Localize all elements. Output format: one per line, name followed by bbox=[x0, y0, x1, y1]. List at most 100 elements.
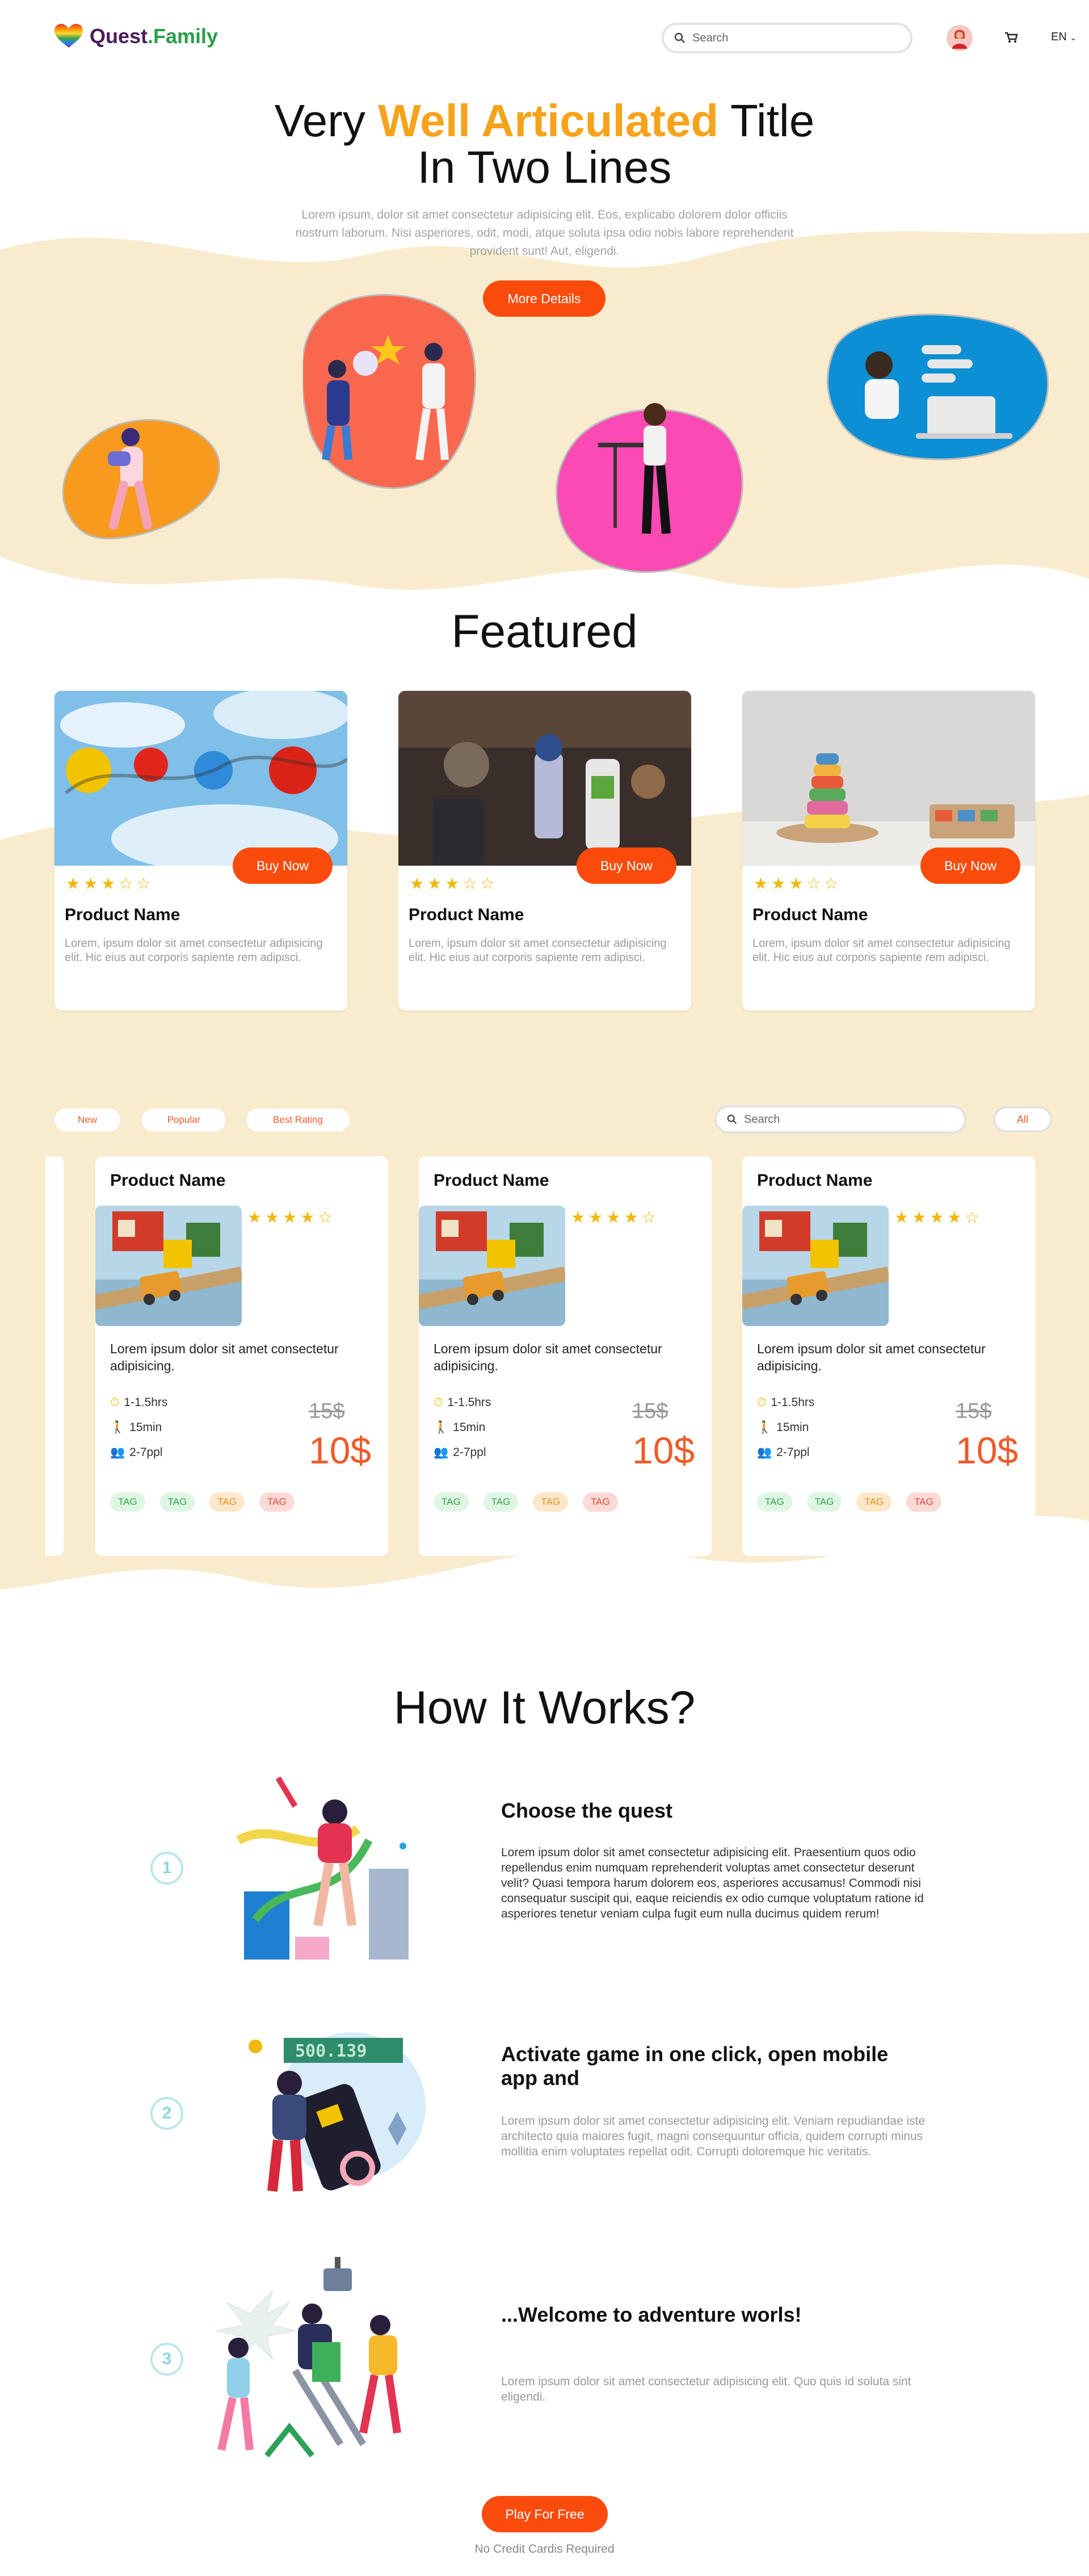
star-rating: ★ ★ ★ ☆ ☆ bbox=[410, 875, 495, 892]
price: 10$ bbox=[956, 1429, 1019, 1471]
buy-now-button[interactable]: Buy Now bbox=[577, 848, 676, 884]
featured-title: Featured bbox=[451, 606, 638, 657]
buy-now-button[interactable]: Buy Now bbox=[920, 848, 1020, 884]
star-rating: ★ ★ ★ ★ ☆ bbox=[894, 1209, 979, 1226]
language-label: EN bbox=[1051, 31, 1067, 43]
tag-list: TAG TAG TAG TAG bbox=[757, 1492, 941, 1512]
filter-select[interactable]: All bbox=[993, 1106, 1052, 1132]
filter-tab-best-rating[interactable]: Best Rating bbox=[246, 1109, 350, 1131]
product-image-toy-monkeys bbox=[54, 691, 347, 866]
page: Quest.Family Search EN ⌄ Very Well Artic… bbox=[0, 0, 1089, 2576]
product-description: Lorem ipsum dolor sit amet consectetur a… bbox=[757, 1341, 986, 1373]
step-number: 2 bbox=[150, 2097, 183, 2130]
product-image-toy-train bbox=[95, 1206, 242, 1326]
product-card[interactable]: Product Name ★ ★ ★ ★ ☆ Lorem ipsum dolor sit… bbox=[419, 1156, 712, 1556]
product-name: Product Name bbox=[434, 1171, 549, 1190]
featured-card[interactable]: Buy Now ★ ★ ★ ☆ ☆ Product Name Lorem, ipsum … bbox=[54, 691, 347, 1010]
tag[interactable]: TAG bbox=[906, 1492, 941, 1512]
featured-card[interactable]: Buy Now ★ ★ ★ ☆ ☆ Product Name Lorem, ipsum … bbox=[742, 691, 1035, 1010]
rainbow-heart-icon bbox=[54, 24, 83, 48]
product-image-stacking-toy bbox=[742, 691, 1035, 866]
tag[interactable]: TAG bbox=[806, 1492, 842, 1512]
step-time-row: 🚶 15min bbox=[757, 1421, 809, 1434]
step-title: Choose the quest bbox=[501, 1799, 673, 1822]
step-illustration-welcome-adventure bbox=[215, 2257, 401, 2458]
star-rating: ★ ★ ★ ★ ☆ bbox=[571, 1209, 656, 1226]
product-description: Lorem ipsum dolor sit amet consectetur a… bbox=[434, 1341, 662, 1373]
tag[interactable]: TAG bbox=[856, 1492, 892, 1512]
step-time-row: 🚶 15min bbox=[110, 1421, 162, 1434]
tag[interactable]: TAG bbox=[757, 1492, 792, 1512]
cart-icon bbox=[1005, 32, 1018, 43]
avatar-icon bbox=[952, 30, 967, 49]
how-it-works-title: How It Works? bbox=[393, 1682, 696, 1734]
product-description: Lorem, ipsum dolor sit amet consectetur … bbox=[409, 937, 667, 964]
buy-now-button[interactable]: Buy Now bbox=[233, 848, 333, 884]
search-icon bbox=[727, 1114, 737, 1124]
duration-row: ⏱ 1-1.5hrs bbox=[110, 1396, 168, 1409]
product-image-toy-train bbox=[419, 1206, 565, 1326]
filter-tab-new[interactable]: New bbox=[54, 1109, 120, 1131]
tag[interactable]: TAG bbox=[159, 1492, 195, 1512]
walking-person-icon: 🚶 bbox=[110, 1421, 125, 1434]
people-icon: 👥 bbox=[757, 1446, 772, 1459]
clock-icon: ⏱ bbox=[757, 1396, 767, 1409]
walking-person-icon: 🚶 bbox=[757, 1421, 772, 1434]
search-placeholder: Search bbox=[744, 1113, 780, 1126]
language-selector[interactable]: EN ⌄ bbox=[1051, 31, 1077, 44]
step-illustration-activate-game: 500.139 bbox=[249, 2032, 426, 2192]
price: 10$ bbox=[632, 1429, 695, 1471]
clock-icon: ⏱ bbox=[110, 1396, 120, 1409]
filter-tab-popular[interactable]: Popular bbox=[142, 1109, 226, 1131]
catalog-search-input[interactable]: Search bbox=[714, 1105, 966, 1134]
product-card[interactable]: Product Name ★ ★ ★ ★ ☆ Lorem ipsum dolor sit… bbox=[95, 1156, 388, 1556]
star-rating: ★ ★ ★ ☆ ☆ bbox=[754, 875, 839, 892]
search-placeholder: Search bbox=[692, 31, 729, 44]
star-rating: ★ ★ ★ ☆ ☆ bbox=[66, 875, 151, 892]
star-rating: ★ ★ ★ ★ ☆ bbox=[247, 1209, 333, 1226]
tag[interactable]: TAG bbox=[434, 1492, 469, 1512]
product-name: Product Name bbox=[752, 905, 868, 924]
walking-person-icon: 🚶 bbox=[434, 1421, 449, 1434]
product-card[interactable]: Product Name ★ ★ ★ ★ ☆ Lorem ipsum dolor sit… bbox=[742, 1156, 1035, 1556]
duration-row: ⏱ 1-1.5hrs bbox=[434, 1396, 491, 1409]
cart-button[interactable] bbox=[1004, 32, 1018, 46]
tag[interactable]: TAG bbox=[533, 1492, 569, 1512]
people-icon: 👥 bbox=[434, 1446, 449, 1459]
product-description: Lorem, ipsum dolor sit amet consectetur … bbox=[65, 937, 323, 964]
step-number: 3 bbox=[150, 2343, 183, 2376]
hero-description: Lorem ipsum, dolor sit amet consectetur … bbox=[295, 208, 794, 258]
step-title: Activate game in one click, open mobile … bbox=[501, 2042, 889, 2090]
search-icon bbox=[674, 32, 685, 43]
step-number: 1 bbox=[150, 1852, 183, 1885]
tag-list: TAG TAG TAG TAG bbox=[110, 1492, 295, 1512]
more-details-button[interactable]: More Details bbox=[483, 280, 606, 317]
tag[interactable]: TAG bbox=[483, 1492, 519, 1512]
product-image-action-figures bbox=[398, 691, 691, 866]
people-row: 👥 2-7ppl bbox=[757, 1446, 810, 1459]
step-text: Lorem ipsum dolor sit amet consectetur a… bbox=[501, 2114, 926, 2158]
tag[interactable]: TAG bbox=[209, 1492, 245, 1512]
product-name: Product Name bbox=[409, 905, 524, 924]
product-description: Lorem, ipsum dolor sit amet consectetur … bbox=[752, 937, 1011, 964]
hero-illustration-person-at-desk bbox=[556, 403, 743, 573]
hero-illustration-two-people bbox=[303, 293, 476, 489]
price: 10$ bbox=[309, 1429, 372, 1471]
play-for-free-button[interactable]: Play For Free bbox=[482, 2496, 608, 2532]
tag[interactable]: TAG bbox=[583, 1492, 618, 1512]
tag[interactable]: TAG bbox=[110, 1492, 145, 1512]
user-avatar[interactable] bbox=[947, 25, 973, 51]
people-icon: 👥 bbox=[110, 1446, 125, 1459]
old-price: 15$ bbox=[956, 1399, 992, 1423]
step-text: Lorem ipsum dolor sit amet consectetur a… bbox=[501, 2375, 911, 2403]
old-price: 15$ bbox=[632, 1399, 668, 1423]
logo[interactable]: Quest.Family bbox=[54, 24, 218, 49]
clock-icon: ⏱ bbox=[434, 1396, 443, 1409]
featured-card[interactable]: Buy Now ★ ★ ★ ☆ ☆ Product Name Lorem, ipsum … bbox=[398, 691, 691, 1010]
tag[interactable]: TAG bbox=[259, 1492, 295, 1512]
product-description: Lorem ipsum dolor sit amet consectetur a… bbox=[110, 1341, 339, 1373]
chevron-down-icon: ⌄ bbox=[1070, 33, 1077, 42]
step-time-row: 🚶 15min bbox=[434, 1421, 486, 1434]
header-search-input[interactable]: Search bbox=[662, 23, 913, 53]
carousel-previous-card[interactable] bbox=[45, 1156, 64, 1556]
